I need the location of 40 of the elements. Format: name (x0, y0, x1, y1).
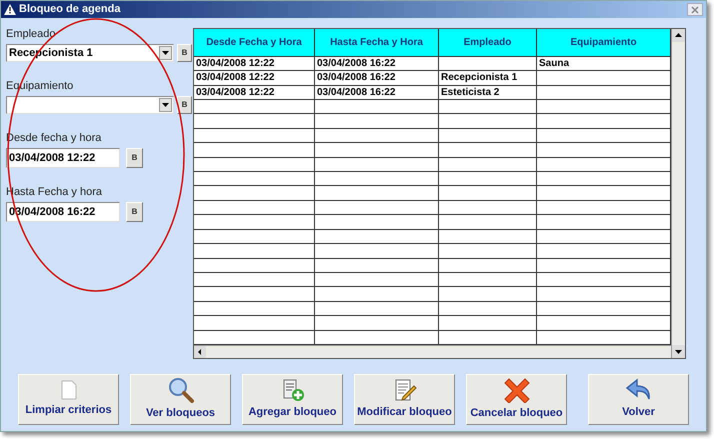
search-icon (166, 377, 194, 404)
table-cell: 03/04/2008 12:22 (194, 56, 315, 70)
scroll-down-icon[interactable] (672, 345, 685, 358)
warning-icon (4, 4, 16, 15)
lookup-button[interactable]: B (126, 148, 143, 168)
toolbar-button[interactable]: Agregar bloqueo (242, 374, 343, 425)
table-cell: 03/04/2008 12:22 (194, 86, 315, 100)
document-pencil-icon (392, 378, 416, 402)
caret-icon[interactable] (159, 98, 172, 112)
close-icon (504, 377, 530, 404)
close-button[interactable] (687, 3, 703, 16)
scroll-left-icon[interactable] (194, 346, 206, 358)
toolbar-button[interactable]: Ver bloqueos (130, 374, 231, 425)
horizontal-scrollbar[interactable] (194, 345, 671, 358)
toolbar-button[interactable]: Limpiar criterios (18, 374, 119, 425)
table-cell: Esteticista 2 (439, 86, 537, 100)
column-header[interactable]: Desde Fecha y Hora (194, 29, 315, 56)
table-cell: 03/04/2008 16:22 (315, 71, 439, 85)
lookup-button[interactable]: B (126, 202, 143, 222)
column-header[interactable]: Empleado (439, 29, 537, 56)
date-field[interactable]: 03/04/2008 12:22 (6, 148, 120, 168)
lookup-button[interactable]: B (177, 96, 192, 114)
toolbar-button[interactable]: Cancelar bloqueo (466, 374, 567, 425)
lookup-button[interactable]: B (177, 44, 192, 62)
toolbar-button[interactable]: Modificar bloqueo (354, 374, 455, 425)
blank-page-icon (60, 380, 76, 400)
toolbar-button[interactable]: Volver (588, 374, 689, 425)
dropdown-field[interactable] (6, 96, 174, 114)
window-title: Bloqueo de agenda (19, 2, 122, 18)
column-header[interactable]: Hasta Fecha y Hora (315, 29, 439, 56)
table-cell: 03/04/2008 16:22 (315, 86, 439, 100)
vertical-scrollbar[interactable] (671, 29, 685, 358)
caret-icon[interactable] (159, 46, 172, 60)
table-cell: 03/04/2008 12:22 (194, 71, 315, 85)
table-cell: 03/04/2008 16:22 (315, 56, 439, 70)
scroll-up-icon[interactable] (672, 29, 685, 42)
field-label: Empleado (6, 28, 57, 41)
close-icon[interactable] (691, 6, 699, 14)
table-cell: Recepcionista 1 (439, 71, 537, 85)
document-plus-icon (280, 378, 304, 402)
